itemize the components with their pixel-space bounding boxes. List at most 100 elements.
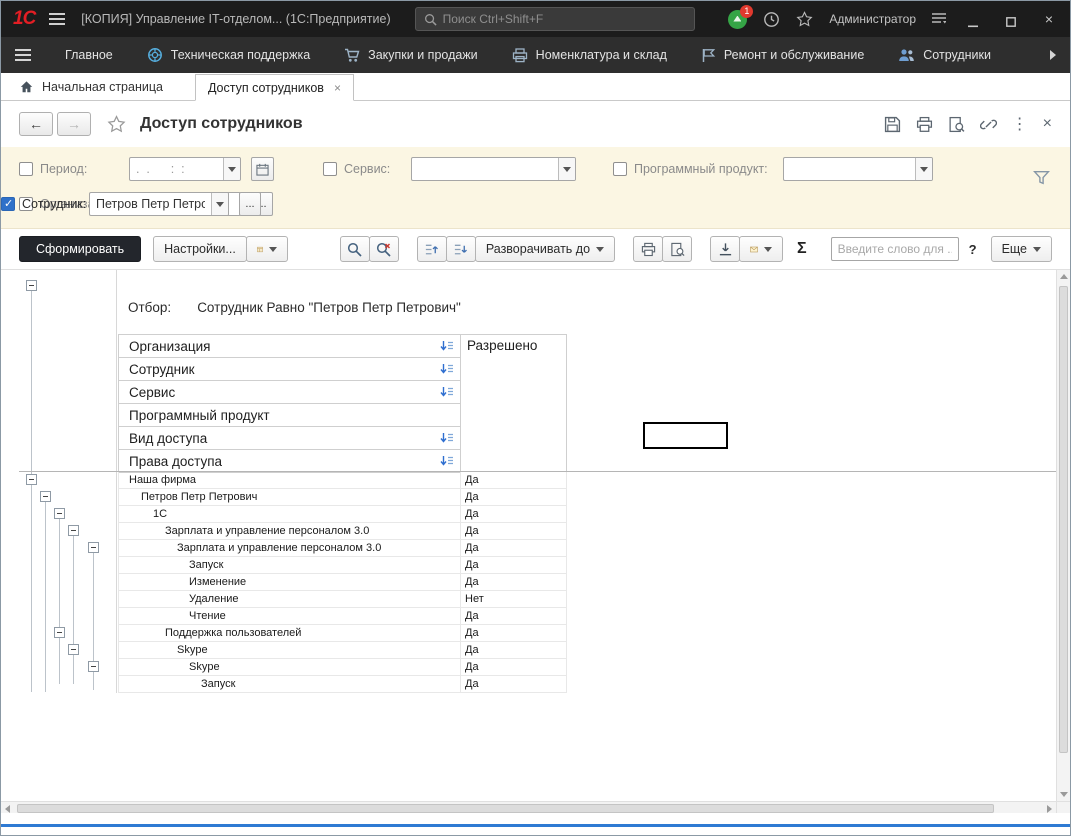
row-allowed-cell[interactable]: Да [461, 489, 567, 505]
scroll-right-arrow[interactable] [1047, 805, 1052, 813]
calendar-icon[interactable] [251, 157, 274, 181]
employee-input[interactable] [90, 197, 211, 211]
sort-icon[interactable] [440, 363, 454, 375]
global-search-box[interactable] [415, 7, 695, 31]
menu-item-stock[interactable]: Номенклатура и склад [512, 48, 667, 63]
print-report-button[interactable] [633, 236, 663, 262]
settings-variants-button[interactable] [246, 236, 288, 262]
menu-item-tech-support[interactable]: Техническая поддержка [147, 47, 310, 63]
sum-button[interactable]: Σ [793, 240, 811, 258]
expand-groups-button[interactable] [446, 236, 476, 262]
row-allowed-cell[interactable]: Да [461, 506, 567, 522]
active-cell-cursor[interactable] [643, 422, 728, 449]
row-label-cell[interactable]: Зарплата и управление персоналом 3.0 [118, 523, 461, 539]
period-dropdown-icon[interactable] [223, 158, 240, 180]
service-dropdown-icon[interactable] [558, 158, 575, 180]
scroll-down-arrow[interactable] [1060, 792, 1068, 797]
sort-icon[interactable] [440, 432, 454, 444]
row-label-cell[interactable]: Наша фирма [118, 472, 461, 488]
row-allowed-cell[interactable]: Нет [461, 591, 567, 607]
print-preview-icon[interactable] [948, 116, 965, 133]
employee-dropdown-icon[interactable] [211, 193, 228, 215]
save-file-button[interactable] [710, 236, 740, 262]
close-window-button[interactable]: × [1038, 9, 1060, 29]
report-row[interactable]: Зарплата и управление персоналом 3.0Да [118, 523, 567, 540]
group-collapse-toggle[interactable] [68, 644, 79, 655]
employee-choose-button[interactable]: ... [239, 192, 261, 216]
service-input[interactable] [412, 162, 558, 176]
scroll-left-arrow[interactable] [5, 805, 10, 813]
more-actions-icon[interactable]: ⋮ [1012, 114, 1028, 134]
report-row[interactable]: ЗапускДа [118, 557, 567, 574]
vertical-scroll-thumb[interactable] [1059, 286, 1068, 753]
group-collapse-toggle[interactable] [26, 474, 37, 485]
period-checkbox[interactable] [19, 162, 33, 176]
sort-icon[interactable] [440, 386, 454, 398]
group-collapse-toggle[interactable] [68, 525, 79, 536]
expand-to-button[interactable]: Разворачивать до [475, 236, 615, 262]
menu-item-main[interactable]: Главное [65, 48, 113, 62]
row-allowed-cell[interactable]: Да [461, 608, 567, 624]
generate-report-button[interactable]: Сформировать [19, 236, 141, 262]
report-group-header-row[interactable]: Права доступа [118, 450, 461, 473]
row-allowed-cell[interactable]: Да [461, 574, 567, 590]
tab-close-icon[interactable]: × [334, 81, 341, 95]
more-button[interactable]: Еще [991, 236, 1052, 262]
cancel-search-button[interactable] [369, 236, 399, 262]
menu-item-purchases-sales[interactable]: Закупки и продажи [344, 48, 478, 63]
row-label-cell[interactable]: Skype [118, 642, 461, 658]
tab-home-page[interactable]: Начальная страница [19, 73, 173, 100]
notification-center-icon[interactable]: 1 [728, 10, 747, 29]
preview-report-button[interactable] [662, 236, 692, 262]
help-button[interactable]: ? [965, 242, 981, 257]
report-row[interactable]: ЧтениеДа [118, 608, 567, 625]
row-allowed-cell[interactable]: Да [461, 625, 567, 641]
product-checkbox[interactable] [613, 162, 627, 176]
group-collapse-toggle[interactable] [26, 280, 37, 291]
group-collapse-toggle[interactable] [40, 491, 51, 502]
scroll-up-arrow[interactable] [1060, 274, 1068, 279]
spreadsheet[interactable]: Отбор: Сотрудник Равно "Петров Петр Петр… [1, 270, 1056, 801]
report-row[interactable]: Петров Петр ПетровичДа [118, 489, 567, 506]
report-row[interactable]: Поддержка пользователейДа [118, 625, 567, 642]
group-collapse-toggle[interactable] [54, 627, 65, 638]
collapse-groups-button[interactable] [417, 236, 447, 262]
sort-icon[interactable] [440, 340, 454, 352]
row-label-cell[interactable]: Запуск [118, 557, 461, 573]
report-row[interactable]: УдалениеНет [118, 591, 567, 608]
row-label-cell[interactable]: Петров Петр Петрович [118, 489, 461, 505]
report-row[interactable]: Зарплата и управление персоналом 3.0Да [118, 540, 567, 557]
row-allowed-cell[interactable]: Да [461, 472, 567, 488]
sections-panel-icon[interactable] [15, 49, 31, 61]
service-checkbox[interactable] [323, 162, 337, 176]
row-label-cell[interactable]: Зарплата и управление персоналом 3.0 [118, 540, 461, 556]
vertical-scrollbar[interactable] [1056, 270, 1070, 801]
row-label-cell[interactable]: Поддержка пользователей [118, 625, 461, 641]
row-allowed-cell[interactable]: Да [461, 540, 567, 556]
send-mail-button[interactable] [739, 236, 783, 262]
minimize-button[interactable] [962, 11, 984, 28]
tab-employee-access[interactable]: Доступ сотрудников × [195, 74, 354, 101]
row-allowed-cell[interactable]: Да [461, 642, 567, 658]
report-group-header-row[interactable]: Сотрудник [118, 358, 461, 381]
forward-button[interactable]: → [57, 112, 91, 136]
add-to-favorites-star-icon[interactable] [107, 115, 126, 134]
maximize-button[interactable] [1000, 12, 1022, 27]
user-menu-icon[interactable] [932, 13, 946, 25]
current-user-label[interactable]: Администратор [829, 12, 916, 26]
menu-item-maintenance[interactable]: Ремонт и обслуживание [701, 48, 864, 63]
print-icon[interactable] [916, 116, 933, 133]
get-link-icon[interactable] [980, 116, 997, 133]
report-row[interactable]: SkypeДа [118, 659, 567, 676]
report-group-header-row[interactable]: Организация [118, 335, 461, 358]
group-collapse-toggle[interactable] [54, 508, 65, 519]
row-allowed-cell[interactable]: Да [461, 523, 567, 539]
product-input[interactable] [784, 162, 915, 176]
report-row[interactable]: ИзменениеДа [118, 574, 567, 591]
quick-search-input[interactable] [832, 242, 958, 256]
report-group-header-row[interactable]: Сервис [118, 381, 461, 404]
menu-item-employees[interactable]: Сотрудники [898, 48, 991, 62]
row-allowed-cell[interactable]: Да [461, 659, 567, 675]
group-collapse-toggle[interactable] [88, 661, 99, 672]
find-button[interactable] [340, 236, 370, 262]
